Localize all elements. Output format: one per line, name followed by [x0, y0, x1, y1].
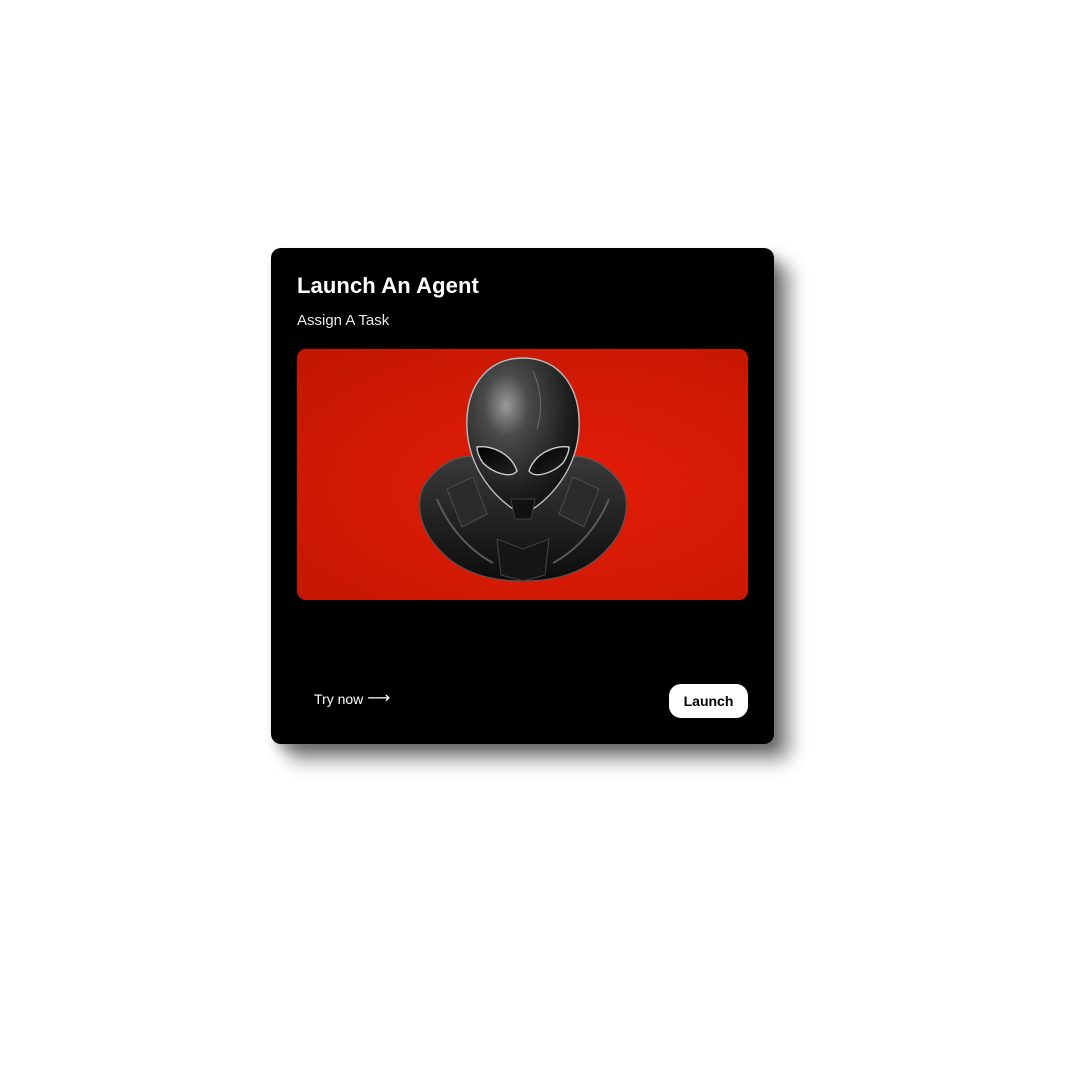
launch-button[interactable]: Launch [669, 684, 748, 718]
card-subtitle: Assign A Task [297, 312, 390, 329]
try-now-link[interactable]: Try now ⟶ [314, 690, 391, 708]
page-canvas: Launch An Agent Assign A Task Try now ⟶ … [0, 0, 1080, 1080]
agent-card: Launch An Agent Assign A Task Try now ⟶ … [271, 248, 774, 744]
arrow-right-icon: ⟶ [367, 690, 391, 707]
hero-image [297, 349, 748, 600]
card-title: Launch An Agent [297, 273, 479, 298]
alien-helmet-icon [419, 357, 627, 582]
try-now-label: Try now [314, 691, 364, 707]
